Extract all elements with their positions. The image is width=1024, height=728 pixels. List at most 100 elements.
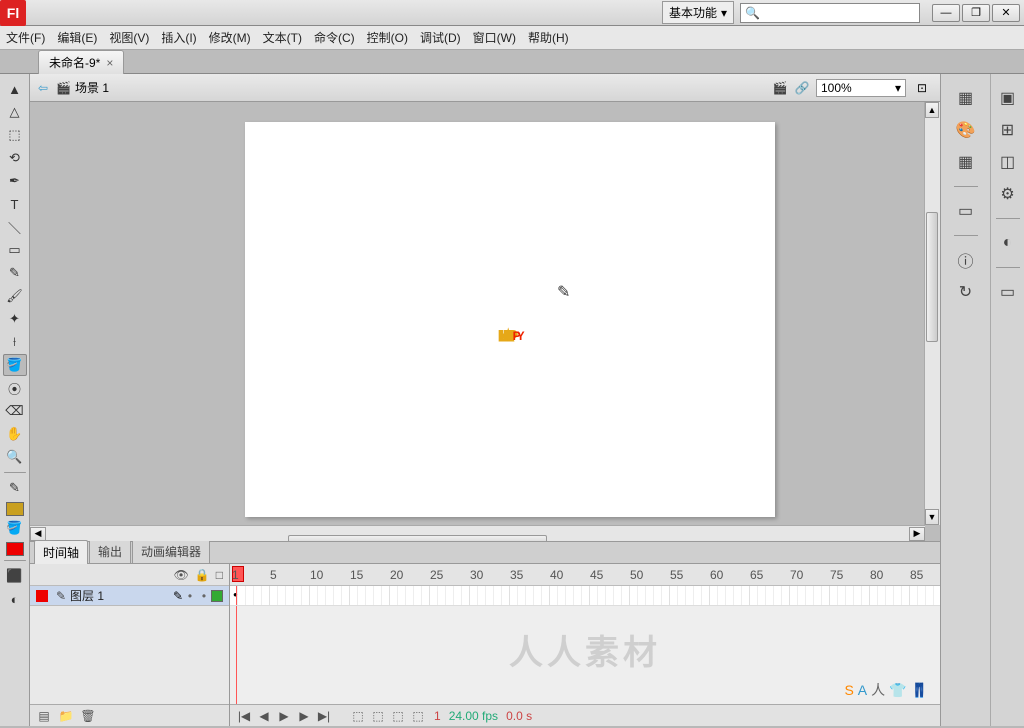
ruler-tick: 55 xyxy=(670,568,683,582)
snap-tool[interactable]: ⬛ xyxy=(3,565,27,587)
edit-symbol-icon[interactable]: 🔗 xyxy=(792,78,812,98)
align-icon-2[interactable]: ⊞ xyxy=(992,116,1024,144)
search-input[interactable]: 🔍 xyxy=(740,3,920,23)
menu-help[interactable]: 帮助(H) xyxy=(528,29,569,46)
scroll-right-icon[interactable]: ▶ xyxy=(909,527,925,541)
ruler-tick: 80 xyxy=(870,568,883,582)
library-icon[interactable]: ▦ xyxy=(950,84,982,112)
menu-debug[interactable]: 调试(D) xyxy=(420,29,461,46)
info-panel-icon[interactable]: ⓘ xyxy=(950,246,982,274)
text-stroked: HAP xyxy=(499,329,512,343)
zoom-tool[interactable]: 🔍 xyxy=(3,446,27,468)
align-icon[interactable]: ▭ xyxy=(950,197,982,225)
layer-visible-dot[interactable]: • xyxy=(183,589,197,603)
rectangle-tool[interactable]: ▭ xyxy=(3,239,27,261)
stroke-swatch[interactable] xyxy=(6,502,24,516)
pencil-tool[interactable]: ✎ xyxy=(3,262,27,284)
selection-tool[interactable]: ▲ xyxy=(3,78,27,100)
lasso-tool[interactable]: ⟲ xyxy=(3,147,27,169)
scroll-thumb-v[interactable] xyxy=(926,212,938,342)
canvas[interactable]: HAPPY ✎ xyxy=(245,122,775,517)
tab-timeline[interactable]: 时间轴 xyxy=(34,540,88,564)
restore-button[interactable]: ❐ xyxy=(962,4,990,22)
stage-area[interactable]: HAPPY ✎ ▲ ▼ ◀ ▶ xyxy=(30,102,940,541)
onion-skin-button[interactable]: ⬚ xyxy=(350,708,366,724)
menu-modify[interactable]: 修改(M) xyxy=(209,29,251,46)
playhead-line xyxy=(236,606,237,704)
play-button[interactable]: ▶ xyxy=(276,708,292,724)
menu-control[interactable]: 控制(O) xyxy=(367,29,408,46)
components-icon[interactable]: ⚙ xyxy=(992,180,1024,208)
layer-row[interactable]: ✎ 图层 1 ✎ • • xyxy=(30,586,229,606)
bone-tool[interactable]: ⟊ xyxy=(3,331,27,353)
color-panel-icon[interactable]: 🎨 xyxy=(950,116,982,144)
transform-panel-icon[interactable]: ↻ xyxy=(950,278,982,306)
menu-insert[interactable]: 插入(I) xyxy=(161,29,196,46)
tab-close-icon[interactable]: × xyxy=(106,56,113,70)
lock-icon[interactable]: 🔒 xyxy=(195,568,210,582)
rewind-button[interactable]: |◀ xyxy=(236,708,252,724)
new-layer-button[interactable]: ▤ xyxy=(34,707,54,725)
scroll-up-icon[interactable]: ▲ xyxy=(925,102,939,118)
eye-icon[interactable]: 👁 xyxy=(174,568,189,582)
back-icon[interactable]: ⇦ xyxy=(38,81,48,95)
stage-text[interactable]: HAPPY xyxy=(499,257,520,362)
menu-edit[interactable]: 编辑(E) xyxy=(57,29,97,46)
option-tool[interactable]: ◐ xyxy=(3,588,27,610)
edit-scene-icon[interactable]: 🎬 xyxy=(770,78,790,98)
scroll-left-icon[interactable]: ◀ xyxy=(30,527,46,541)
library-icon-2[interactable]: ◫ xyxy=(992,148,1024,176)
minimize-button[interactable]: — xyxy=(932,4,960,22)
step-back-button[interactable]: ◀ xyxy=(256,708,272,724)
free-transform-tool[interactable]: ⬚ xyxy=(3,124,27,146)
fill-color-tool[interactable]: 🪣 xyxy=(3,517,27,539)
paint-bucket-tool[interactable]: 🪣 xyxy=(3,354,27,376)
tab-output[interactable]: 输出 xyxy=(89,539,131,563)
eyedropper-tool[interactable]: ⦿ xyxy=(3,377,27,399)
zoom-dropdown[interactable]: 100% ▾ xyxy=(816,79,906,97)
deco-tool[interactable]: ✦ xyxy=(3,308,27,330)
menu-window[interactable]: 窗口(W) xyxy=(473,29,516,46)
swatches-icon[interactable]: ▦ xyxy=(950,148,982,176)
horizontal-scrollbar[interactable]: ◀ ▶ xyxy=(30,525,925,541)
workspace-selector[interactable]: 基本功能 ▾ xyxy=(662,1,734,24)
menu-file[interactable]: 文件(F) xyxy=(6,29,45,46)
footer-small-icons: SA人👕👖 xyxy=(844,680,928,700)
outline-icon[interactable]: □ xyxy=(216,568,223,582)
motion-presets-icon[interactable]: ◐ xyxy=(992,229,1024,257)
eraser-tool[interactable]: ⌫ xyxy=(3,400,27,422)
onion-markers-button[interactable]: ⬚ xyxy=(410,708,426,724)
scroll-down-icon[interactable]: ▼ xyxy=(925,509,939,525)
to-end-button[interactable]: ▶| xyxy=(316,708,332,724)
layer-lock-dot[interactable]: • xyxy=(197,589,211,603)
project-icon[interactable]: ▭ xyxy=(992,278,1024,306)
hand-tool[interactable]: ✋ xyxy=(3,423,27,445)
layer-name[interactable]: 图层 1 xyxy=(68,587,173,604)
edit-multiple-button[interactable]: ⬚ xyxy=(390,708,406,724)
subselection-tool[interactable]: △ xyxy=(3,101,27,123)
timeline-ruler[interactable]: 151015202530354045505560657075808590 xyxy=(230,564,940,586)
fit-icon[interactable]: ⊡ xyxy=(912,78,932,98)
step-fwd-button[interactable]: ▶ xyxy=(296,708,312,724)
pen-tool[interactable]: ✒ xyxy=(3,170,27,192)
vertical-scrollbar[interactable]: ▲ ▼ xyxy=(924,102,940,525)
onion-outline-button[interactable]: ⬚ xyxy=(370,708,386,724)
menu-text[interactable]: 文本(T) xyxy=(263,29,302,46)
delete-layer-button[interactable]: 🗑 xyxy=(78,707,98,725)
stroke-color-tool[interactable]: ✎ xyxy=(3,477,27,499)
layer-outline-box[interactable] xyxy=(211,590,223,602)
new-folder-button[interactable]: 📁 xyxy=(56,707,76,725)
menu-view[interactable]: 视图(V) xyxy=(109,29,149,46)
line-tool[interactable]: ＼ xyxy=(3,216,27,238)
scene-label[interactable]: 场景 1 xyxy=(75,79,109,96)
close-button[interactable]: ✕ xyxy=(992,4,1020,22)
frame-row[interactable] xyxy=(230,586,940,606)
brush-tool[interactable]: 🖌 xyxy=(3,285,27,307)
menu-commands[interactable]: 命令(C) xyxy=(314,29,355,46)
document-tab[interactable]: 未命名-9* × xyxy=(38,50,124,74)
properties-icon[interactable]: ▣ xyxy=(992,84,1024,112)
fill-swatch[interactable] xyxy=(6,542,24,556)
tab-motion-editor[interactable]: 动画编辑器 xyxy=(132,539,210,563)
scroll-thumb-h[interactable] xyxy=(288,535,547,542)
text-tool[interactable]: T xyxy=(3,193,27,215)
